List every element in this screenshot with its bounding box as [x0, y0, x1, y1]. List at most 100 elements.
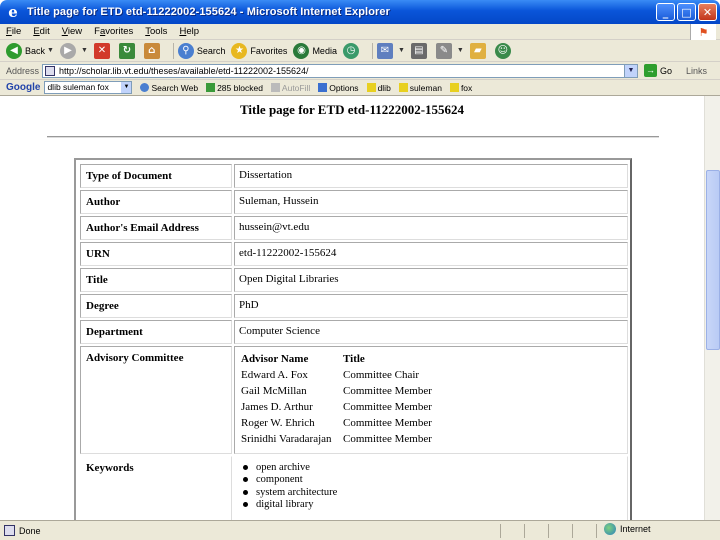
row-label: Department [80, 320, 232, 344]
security-zone: Internet [604, 523, 651, 535]
page-icon [45, 65, 55, 76]
stop-button[interactable]: ✕ [93, 42, 113, 59]
messenger-button[interactable]: ☺ [494, 42, 514, 59]
search-icon: ⚲ [177, 42, 194, 59]
member-name: Edward A. Fox [241, 369, 308, 381]
menu-help[interactable]: Help [179, 26, 199, 37]
bullet-icon [243, 502, 248, 508]
autofill-button[interactable]: AutoFill [270, 83, 310, 93]
menu-favorites[interactable]: Favorites [94, 26, 133, 37]
page-viewport: Title page for ETD etd-11222002-155624 T… [0, 96, 704, 520]
row-label: URN [80, 242, 232, 266]
history-button[interactable]: ◷ [342, 42, 362, 59]
committee-member: Roger W. Ehrich Committee Member [241, 415, 432, 431]
back-button[interactable]: ◀ Back ▼ [6, 42, 54, 59]
address-url: http://scholar.lib.vt.edu/theses/availab… [59, 65, 309, 76]
toolbar-separator [371, 42, 373, 59]
status-divider [572, 524, 573, 538]
list-item: open archive [243, 461, 337, 474]
row-value: hussein@vt.edu [234, 216, 628, 240]
status-divider [524, 524, 525, 538]
menu-view[interactable]: View [62, 26, 82, 37]
refresh-button[interactable]: ↻ [118, 42, 138, 59]
home-button[interactable]: ⌂ [143, 42, 163, 59]
committee-table: Advisor Name Title Edward A. Fox Committ… [241, 351, 432, 447]
popup-blocker-button[interactable]: 285 blocked [206, 83, 263, 93]
chevron-down-icon[interactable]: ▼ [121, 82, 132, 93]
favorites-button[interactable]: ★ Favorites [231, 42, 287, 59]
go-button[interactable]: → Go [644, 64, 672, 77]
row-label: Author [80, 190, 232, 214]
menu-tools[interactable]: Tools [145, 26, 167, 37]
keywords-list: open archive component system architectu… [243, 461, 337, 511]
autofill-icon [270, 83, 280, 92]
address-input[interactable]: http://scholar.lib.vt.edu/theses/availab… [42, 63, 638, 78]
member-title: Committee Chair [343, 369, 420, 381]
search-icon [140, 83, 150, 92]
member-title: Committee Member [343, 385, 432, 397]
messenger-icon: ☺ [494, 42, 511, 59]
committee-header: Advisor Name Title [241, 351, 432, 367]
member-title: Committee Member [343, 417, 432, 429]
menu-edit[interactable]: Edit [33, 26, 49, 37]
status-divider [500, 524, 501, 538]
highlight-term-dlib[interactable]: dlib [366, 83, 391, 93]
popup-blocker-icon [206, 83, 216, 92]
star-icon: ★ [231, 42, 248, 59]
edit-button[interactable]: ✎ ▼ [435, 42, 464, 59]
vertical-scrollbar[interactable] [704, 96, 720, 520]
go-arrow-icon: → [644, 64, 657, 77]
edit-icon: ✎ [435, 42, 452, 59]
row-label: Title [80, 268, 232, 292]
page-title: Title page for ETD etd-11222002-155624 [239, 102, 465, 117]
highlight-term-fox[interactable]: fox [449, 83, 472, 93]
refresh-icon: ↻ [118, 42, 135, 59]
maximize-button[interactable]: □ [677, 3, 696, 21]
stop-icon: ✕ [93, 42, 110, 59]
mail-icon: ✉ [376, 42, 393, 59]
media-button[interactable]: ◉ Media [293, 42, 337, 59]
committee-member: Srinidhi Varadarajan Committee Member [241, 431, 432, 447]
row-label: Keywords [80, 456, 232, 520]
options-button[interactable]: Options [318, 83, 359, 93]
highlighter-icon [449, 83, 459, 92]
google-toolbar: Google dlib suleman fox ▼ Search Web 285… [0, 80, 720, 96]
horizontal-rule [47, 136, 659, 138]
highlight-term-suleman[interactable]: suleman [398, 83, 442, 93]
chevron-down-icon: ▼ [80, 47, 88, 54]
status-text: Done [19, 525, 41, 536]
mail-button[interactable]: ✉ ▼ [376, 42, 405, 59]
scrollbar-thumb[interactable] [706, 170, 720, 350]
google-logo[interactable]: Google [6, 82, 40, 93]
history-icon: ◷ [342, 42, 359, 59]
standard-toolbar: ◀ Back ▼ ▶ ▼ ✕ ↻ ⌂ ⚲ Search ★ Favorites … [0, 40, 720, 62]
keywords-cell: open archive component system architectu… [234, 456, 628, 520]
links-button[interactable]: Links [686, 66, 707, 76]
close-button[interactable]: ✕ [698, 3, 717, 21]
folder-button[interactable]: ▰ [469, 42, 489, 59]
list-item: component [243, 474, 337, 487]
print-icon: ▤ [410, 42, 427, 59]
status-bar: Done Internet [0, 520, 720, 540]
forward-button[interactable]: ▶ ▼ [59, 42, 88, 59]
toolbar-separator [172, 42, 174, 59]
folder-icon: ▰ [469, 42, 486, 59]
advisor-name-header: Advisor Name [241, 353, 309, 365]
window-title-bar[interactable]: e Title page for ETD etd-11222002-155624… [0, 0, 720, 24]
menu-file[interactable]: File [6, 26, 21, 37]
chevron-down-icon: ▼ [397, 47, 405, 54]
forward-arrow-icon: ▶ [59, 42, 76, 59]
print-button[interactable]: ▤ [410, 42, 430, 59]
advisor-title-header: Title [343, 353, 365, 365]
search-button[interactable]: ⚲ Search [177, 42, 225, 59]
metadata-table: Type of Document Dissertation Author Sul… [74, 158, 632, 520]
chevron-down-icon[interactable]: ▼ [624, 64, 637, 77]
search-web-button[interactable]: Search Web [140, 83, 198, 93]
member-name: James D. Arthur [241, 401, 313, 413]
status-divider [596, 524, 597, 538]
minimize-button[interactable]: _ [656, 3, 675, 21]
google-search-input[interactable]: dlib suleman fox ▼ [44, 81, 133, 94]
bullet-icon [243, 489, 248, 495]
menu-bar: File Edit View Favorites Tools Help ⚑ [0, 24, 720, 40]
list-item: system architecture [243, 486, 337, 499]
